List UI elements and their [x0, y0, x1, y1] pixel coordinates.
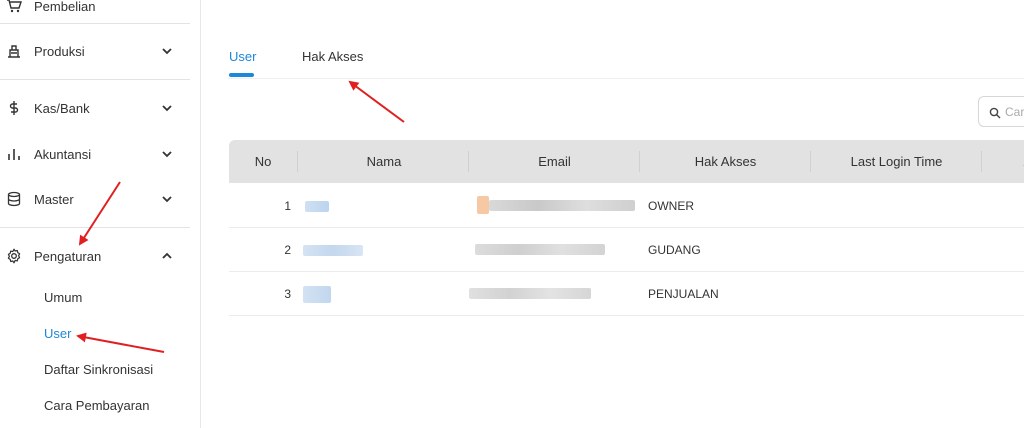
- arrow-to-pengaturan: [78, 181, 121, 246]
- annotation-arrows: [76, 80, 405, 353]
- arrow-to-user-subitem: [76, 332, 165, 353]
- arrow-to-hak-akses-tab: [348, 80, 405, 123]
